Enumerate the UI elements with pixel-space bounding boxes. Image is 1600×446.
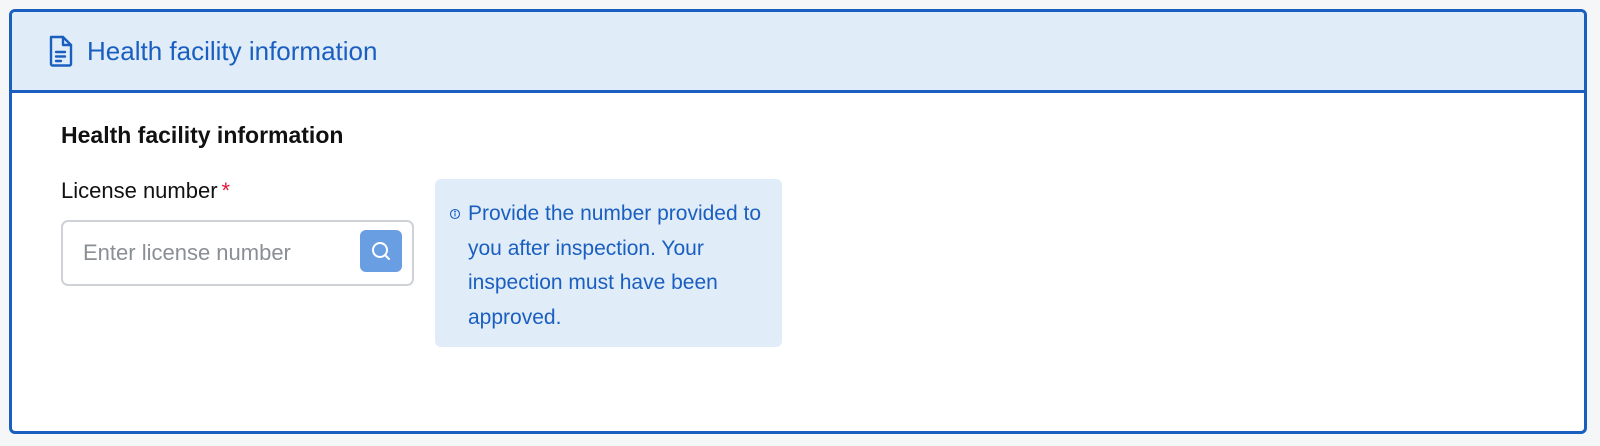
card-title: Health facility information	[87, 35, 378, 66]
search-icon	[369, 239, 393, 263]
license-number-label: License number *	[61, 178, 230, 204]
license-number-input-group	[61, 220, 414, 286]
document-icon	[47, 35, 75, 67]
license-number-input[interactable]	[63, 222, 348, 284]
license-number-label-text: License number	[61, 178, 218, 203]
card-header: Health facility information	[12, 12, 1584, 93]
section-title: Health facility information	[61, 122, 344, 148]
required-marker: *	[221, 178, 231, 203]
health-facility-card: Health facility information Health facil…	[9, 9, 1587, 434]
license-hint-box: Provide the number provided to you after…	[435, 179, 782, 347]
info-icon	[449, 207, 461, 220]
hint-text: Provide the number provided to you after…	[468, 202, 762, 329]
search-button[interactable]	[360, 230, 402, 272]
